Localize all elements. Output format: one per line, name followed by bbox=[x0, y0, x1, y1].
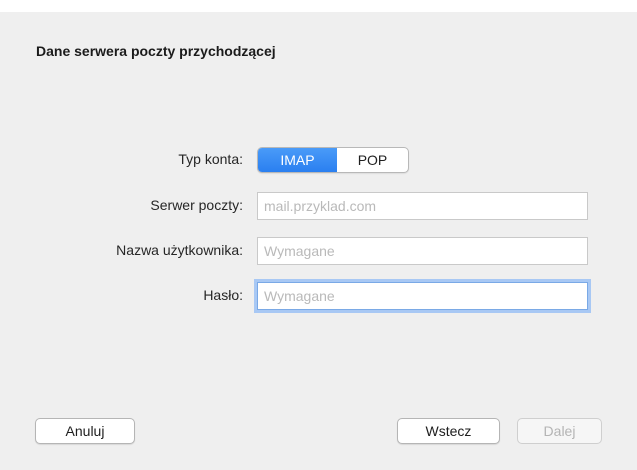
next-button[interactable]: Dalej bbox=[517, 418, 602, 444]
cancel-button[interactable]: Anuluj bbox=[35, 418, 135, 444]
username-input[interactable] bbox=[257, 237, 588, 265]
dialog-title: Dane serwera poczty przychodzącej bbox=[36, 43, 276, 59]
username-label: Nazwa użytkownika: bbox=[116, 242, 243, 258]
account-type-row: Typ konta: IMAP POP bbox=[0, 144, 637, 174]
incoming-mail-server-dialog: Dane serwera poczty przychodzącej Typ ko… bbox=[0, 12, 637, 470]
password-label: Hasło: bbox=[203, 287, 243, 303]
password-row: Hasło: bbox=[0, 280, 637, 310]
password-input[interactable] bbox=[257, 282, 588, 310]
account-type-label: Typ konta: bbox=[178, 151, 243, 167]
mail-server-label: Serwer poczty: bbox=[150, 197, 243, 213]
mail-server-input[interactable] bbox=[257, 192, 588, 220]
back-button[interactable]: Wstecz bbox=[397, 418, 500, 444]
username-row: Nazwa użytkownika: bbox=[0, 235, 637, 265]
account-type-segmented-control: IMAP POP bbox=[257, 147, 409, 173]
account-type-option-pop[interactable]: POP bbox=[337, 148, 408, 172]
mail-server-row: Serwer poczty: bbox=[0, 190, 637, 220]
account-type-option-imap[interactable]: IMAP bbox=[258, 148, 337, 172]
